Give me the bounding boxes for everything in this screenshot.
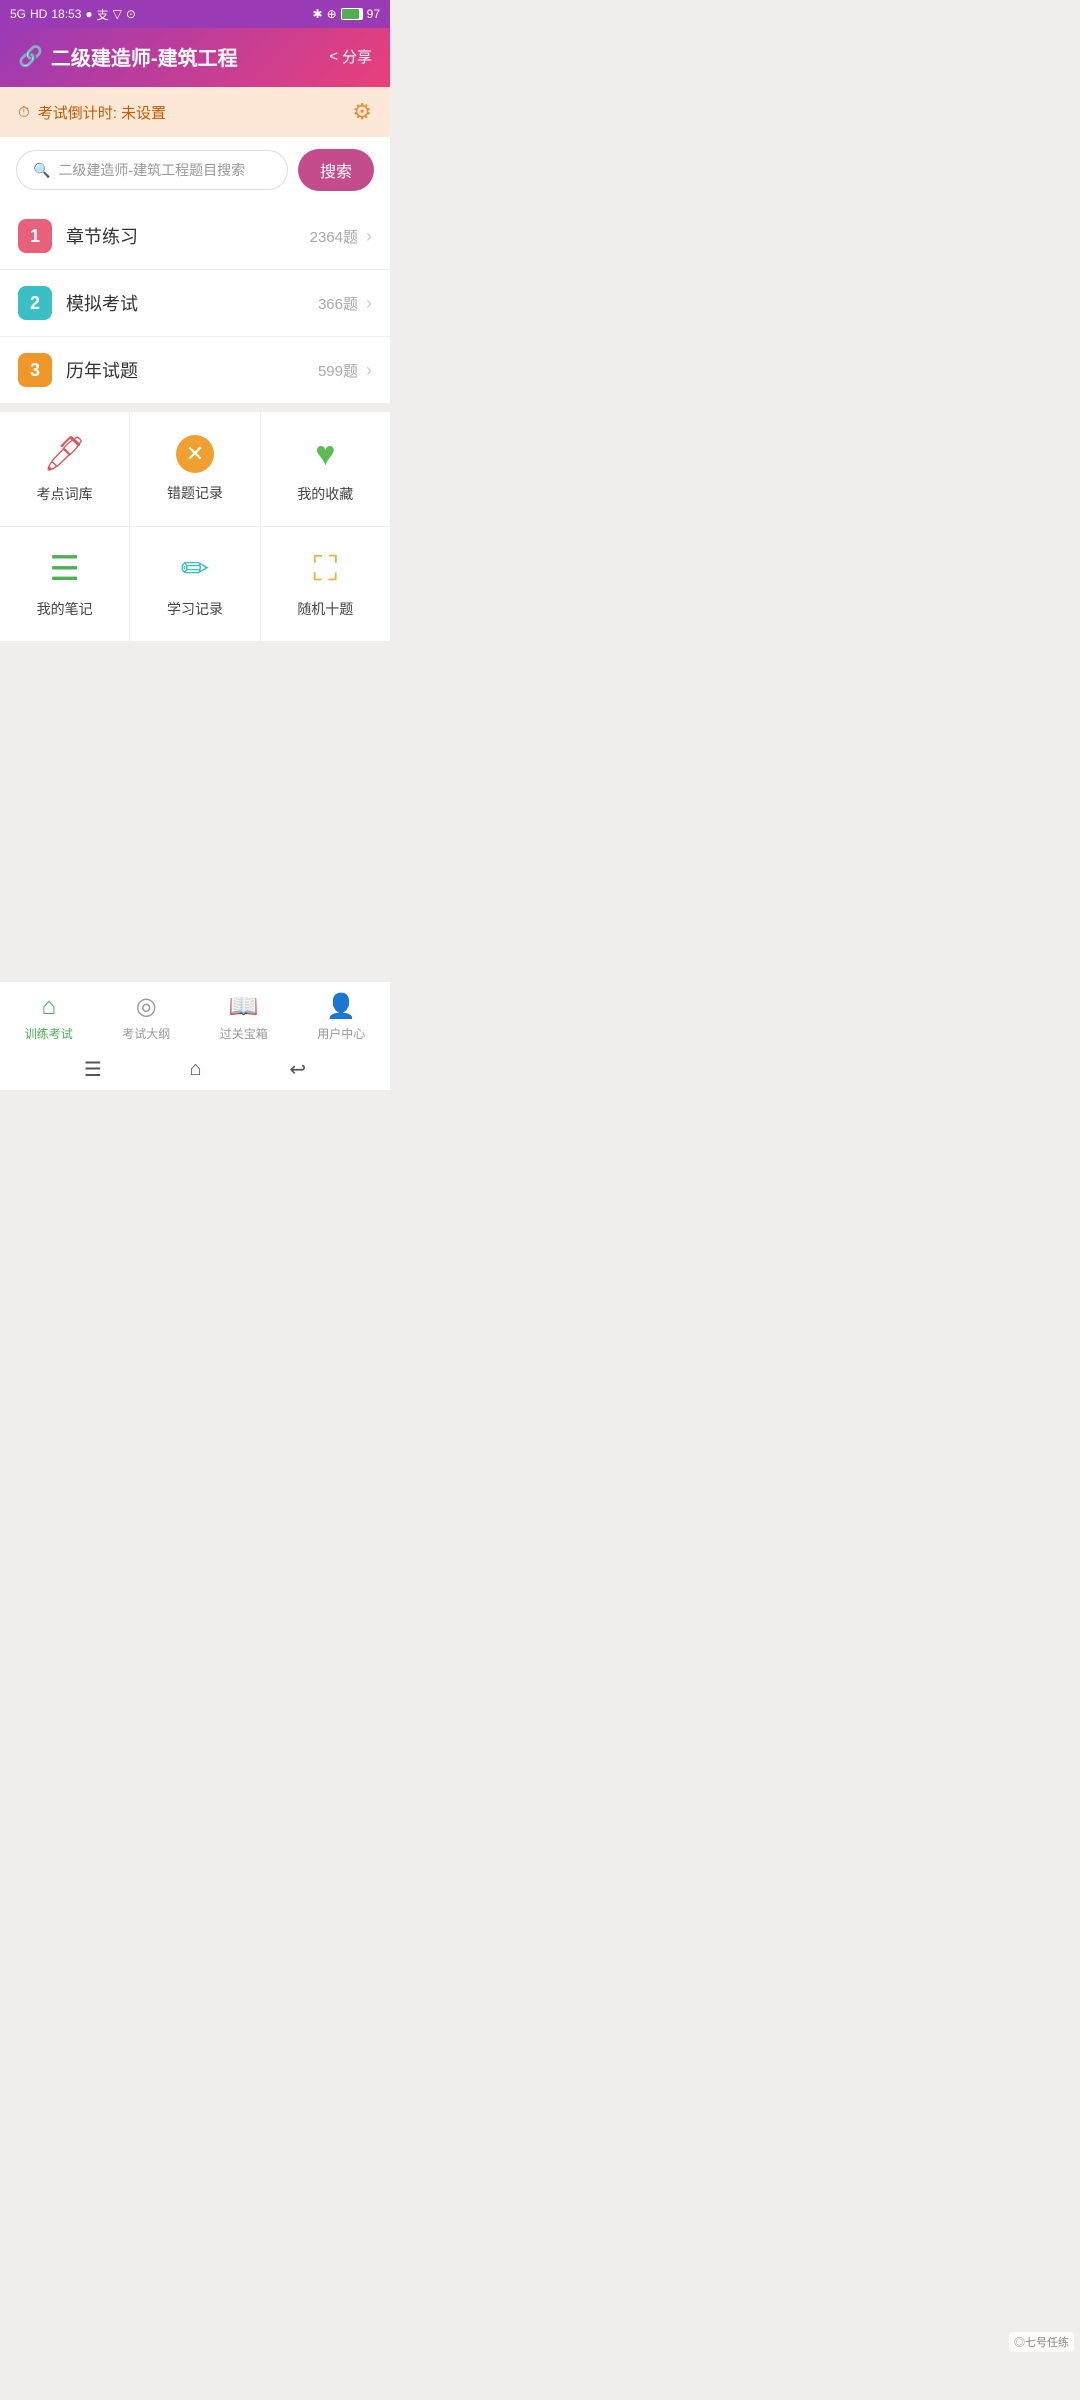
book-nav-icon: 📖 [229, 992, 259, 1021]
vpn-icon: ▽ [113, 7, 122, 21]
grid-cell-kaodian[interactable]: 🖊 考点词库 [0, 412, 130, 526]
chevron-right-icon-2: › [366, 293, 372, 314]
grid-cell-suiji[interactable]: ⛶ 随机十题 [261, 527, 390, 641]
header: 🔗 二级建造师-建筑工程 < 分享 [0, 28, 390, 87]
compass-icon: ⊙ [126, 7, 136, 21]
chevron-right-icon-3: › [366, 360, 372, 381]
settings-icon[interactable]: ⚙ [352, 99, 372, 125]
menu-item-mock[interactable]: 2 模拟考试 366题 › [0, 270, 390, 337]
battery-fill [342, 9, 359, 19]
alipay-icon: 支 [97, 6, 109, 23]
menu-item-history[interactable]: 3 历年试题 599题 › [0, 337, 390, 404]
nav-label-outline: 考试大纲 [122, 1025, 170, 1042]
menu-label-mock: 模拟考试 [66, 290, 318, 316]
notes-icon: ☰ [49, 549, 79, 589]
menu-button[interactable]: ☰ [84, 1057, 102, 1082]
battery-icon [341, 8, 363, 20]
wrong-icon: ✕ [176, 435, 214, 473]
nav-item-outline[interactable]: ◎ 考试大纲 [98, 992, 196, 1042]
hd-badge: HD [30, 7, 47, 21]
app-icon: 🔗 [18, 44, 43, 69]
kaodian-label: 考点词库 [37, 484, 93, 504]
share-label: 分享 [342, 46, 372, 67]
message-icon: ● [85, 7, 92, 21]
share-icon: < [329, 48, 338, 65]
shoucang-label: 我的收藏 [297, 484, 353, 504]
search-placeholder: 二级建造师-建筑工程题目搜索 [58, 160, 245, 180]
bottom-nav: ⌂ 训练考试 ◎ 考试大纲 📖 过关宝箱 👤 用户中心 [0, 981, 390, 1048]
countdown-clock-icon: ⏱ [18, 104, 30, 121]
home-button[interactable]: ⌂ [190, 1058, 202, 1081]
clock-icon: ⊕ [327, 7, 337, 21]
grid-row-2: ☰ 我的笔记 ✏ 学习记录 ⛶ 随机十题 [0, 527, 390, 641]
grid-cell-cuoti[interactable]: ✕ 错题记录 [130, 412, 260, 526]
search-area: 🔍 二级建造师-建筑工程题目搜索 搜索 [0, 137, 390, 203]
chevron-right-icon-1: › [366, 226, 372, 247]
countdown-label: 考试倒计时: 未设置 [38, 102, 166, 123]
search-icon: 🔍 [33, 162, 50, 179]
grid-row-1: 🖊 考点词库 ✕ 错题记录 ♥ 我的收藏 [0, 412, 390, 527]
menu-label-history: 历年试题 [66, 357, 318, 383]
system-nav: ☰ ⌂ ↩ [0, 1048, 390, 1090]
grid-cell-shoucang[interactable]: ♥ 我的收藏 [261, 412, 390, 526]
menu-badge-2: 2 [18, 286, 52, 320]
header-title: 🔗 二级建造师-建筑工程 [18, 42, 238, 71]
nav-label-box: 过关宝箱 [220, 1025, 268, 1042]
countdown-bar: ⏱ 考试倒计时: 未设置 ⚙ [0, 87, 390, 137]
search-box[interactable]: 🔍 二级建造师-建筑工程题目搜索 [16, 150, 288, 190]
search-button[interactable]: 搜索 [298, 149, 374, 191]
menu-badge-3: 3 [18, 353, 52, 387]
battery-percent: 97 [367, 7, 380, 21]
user-nav-icon: 👤 [326, 992, 356, 1021]
suiji-label: 随机十题 [297, 599, 353, 619]
nav-item-box[interactable]: 📖 过关宝箱 [195, 992, 293, 1042]
target-nav-icon: ◎ [136, 992, 157, 1021]
countdown-left: ⏱ 考试倒计时: 未设置 [18, 102, 166, 123]
grid-cell-xuexi[interactable]: ✏ 学习记录 [130, 527, 260, 641]
signal-icon: 5G [10, 7, 26, 21]
nav-label-user: 用户中心 [317, 1025, 365, 1042]
status-bar: 5G HD 18:53 ● 支 ▽ ⊙ ✱ ⊕ 97 [0, 0, 390, 28]
content-area [0, 641, 390, 981]
heart-icon: ♥ [315, 435, 335, 474]
menu-count-history: 599题 [318, 360, 358, 381]
time-display: 18:53 [51, 7, 81, 21]
binoculars-icon: ⛶ [313, 550, 337, 589]
nav-item-user[interactable]: 👤 用户中心 [293, 992, 391, 1042]
grid-cell-biji[interactable]: ☰ 我的笔记 [0, 527, 130, 641]
nav-item-train[interactable]: ⌂ 训练考试 [0, 993, 98, 1042]
page-title: 二级建造师-建筑工程 [51, 42, 238, 71]
share-button[interactable]: < 分享 [329, 46, 372, 67]
cuoti-label: 错题记录 [167, 483, 223, 503]
menu-list: 1 章节练习 2364题 › 2 模拟考试 366题 › 3 历年试题 599题… [0, 203, 390, 404]
bluetooth-icon: ✱ [313, 7, 323, 21]
menu-label-chapter: 章节练习 [66, 223, 310, 249]
watermark: ◎七号任练 [1009, 2332, 1074, 2352]
pencil-tag-icon: 🖊 [43, 434, 86, 474]
home-nav-icon: ⌂ [42, 993, 57, 1021]
xuexi-label: 学习记录 [167, 599, 223, 619]
menu-count-chapter: 2364题 [310, 226, 358, 247]
grid-section: 🖊 考点词库 ✕ 错题记录 ♥ 我的收藏 ☰ 我的笔记 ✏ 学习记录 ⛶ 随机十… [0, 412, 390, 641]
nav-label-train: 训练考试 [25, 1025, 73, 1042]
menu-count-mock: 366题 [318, 293, 358, 314]
status-right: ✱ ⊕ 97 [313, 7, 380, 21]
menu-badge-1: 1 [18, 219, 52, 253]
back-button[interactable]: ↩ [289, 1057, 306, 1082]
menu-item-chapter[interactable]: 1 章节练习 2364题 › [0, 203, 390, 270]
study-icon: ✏ [181, 549, 210, 589]
status-left: 5G HD 18:53 ● 支 ▽ ⊙ [10, 6, 136, 23]
biji-label: 我的笔记 [37, 599, 93, 619]
